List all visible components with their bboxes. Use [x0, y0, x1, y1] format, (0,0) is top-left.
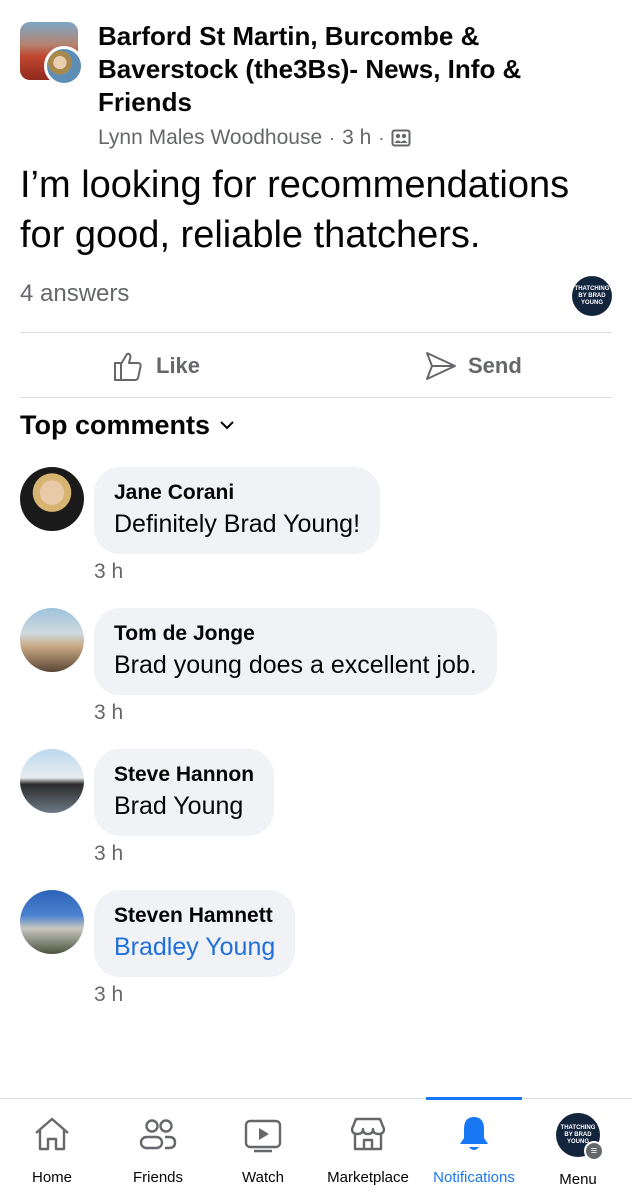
comment-text: Definitely Brad Young! [114, 510, 361, 538]
hamburger-icon: ≡ [584, 1141, 604, 1161]
comment-bubble[interactable]: Tom de Jonge Brad young does a excellent… [94, 608, 497, 695]
tab-home[interactable]: Home [10, 1099, 94, 1201]
home-icon [35, 1117, 69, 1151]
commenter-avatar[interactable] [20, 608, 84, 672]
comment-text: Brad young does a excellent job. [114, 651, 477, 679]
comment-bubble[interactable]: Steve Hannon Brad Young [94, 749, 275, 836]
tab-label: Friends [132, 1169, 184, 1186]
tab-menu[interactable]: THATCHING BY BRAD YOUNG ≡ Menu [536, 1099, 620, 1201]
tab-notifications[interactable]: Notifications [424, 1099, 524, 1201]
answers-count[interactable]: 4 answers [20, 280, 129, 308]
page-avatar[interactable]: THATCHING BY BRAD YOUNG [572, 276, 612, 316]
author-avatar[interactable] [44, 46, 84, 86]
author-name[interactable]: Lynn Males Woodhouse [98, 126, 322, 150]
send-button[interactable]: Send [424, 346, 522, 386]
tab-watch[interactable]: Watch [221, 1099, 305, 1201]
comment-time: 3 h [94, 560, 124, 583]
watch-icon [244, 1119, 282, 1153]
chevron-down-icon [220, 417, 234, 435]
like-label: Like [156, 353, 201, 378]
post-meta: Lynn Males Woodhouse · 3 h · [98, 124, 411, 152]
members-icon [391, 129, 411, 147]
commenter-name[interactable]: Steven Hamnett [114, 902, 275, 930]
commenter-name[interactable]: Steve Hannon [114, 761, 254, 789]
tab-friends[interactable]: Friends [116, 1099, 200, 1201]
tab-label: Watch [242, 1169, 284, 1186]
like-button[interactable]: Like [112, 346, 200, 386]
post-text: I’m looking for recommendations for good… [20, 164, 570, 256]
comment-bubble[interactable]: Steven Hamnett Bradley Young [94, 890, 296, 977]
bottom-tab-bar: Home Friends Watch Marketplace Notificat… [0, 1097, 632, 1201]
commenter-avatar[interactable] [20, 890, 84, 954]
send-icon [426, 352, 456, 380]
comment-text-link[interactable]: Bradley Young [114, 930, 275, 964]
comment-time: 3 h [94, 701, 124, 724]
tab-label: Menu [559, 1171, 597, 1188]
commenter-avatar[interactable] [20, 749, 84, 813]
commenter-avatar[interactable] [20, 467, 84, 531]
tab-label: Notifications [433, 1169, 515, 1186]
comment-text: Brad Young [114, 792, 244, 820]
tab-marketplace[interactable]: Marketplace [318, 1099, 418, 1201]
comment-time: 3 h [94, 983, 124, 1006]
separator-dot: · [329, 127, 336, 148]
friends-icon [139, 1119, 177, 1150]
thumbs-up-icon [114, 352, 142, 381]
tab-label: Home [31, 1169, 72, 1186]
separator-dot: · [378, 127, 385, 148]
profile-avatar: THATCHING BY BRAD YOUNG ≡ [556, 1113, 604, 1161]
comment-bubble[interactable]: Jane Corani Definitely Brad Young! [94, 467, 381, 554]
commenter-name[interactable]: Jane Corani [114, 479, 360, 507]
marketplace-icon [350, 1117, 386, 1151]
top-comments-label: Top comments [20, 410, 211, 440]
tab-label: Marketplace [327, 1169, 409, 1186]
send-label: Send [468, 353, 522, 378]
comment-sort-dropdown[interactable]: Top comments [20, 410, 234, 441]
post-time[interactable]: 3 h [342, 126, 371, 150]
comment-time: 3 h [94, 842, 124, 865]
divider [20, 397, 612, 398]
commenter-name[interactable]: Tom de Jonge [114, 620, 477, 648]
group-name[interactable]: Barford St Martin, Burcombe & Baverstock… [98, 20, 608, 119]
divider [20, 332, 612, 333]
bell-icon [460, 1117, 488, 1150]
